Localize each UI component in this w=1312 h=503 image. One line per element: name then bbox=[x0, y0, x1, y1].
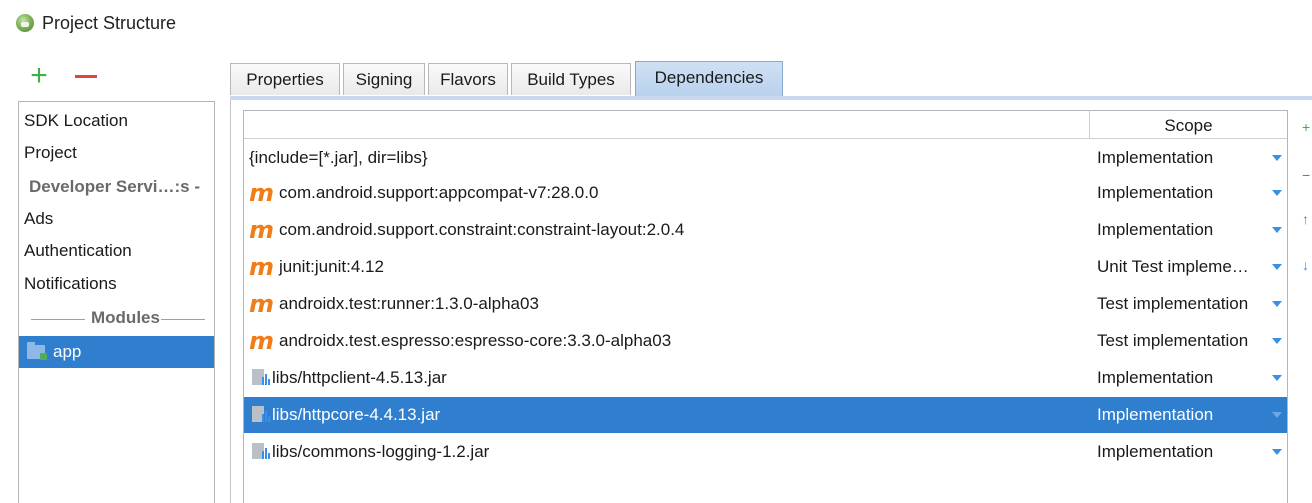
chevron-down-icon[interactable] bbox=[1272, 227, 1282, 233]
dependency-cell: libs/httpcore-4.4.13.jar bbox=[249, 397, 440, 433]
tab-properties[interactable]: Properties bbox=[230, 63, 340, 95]
table-row[interactable]: {include=[*.jar], dir=libs} Implementati… bbox=[244, 140, 1287, 176]
chevron-down-icon[interactable] bbox=[1272, 264, 1282, 270]
scope-column-header[interactable]: Scope bbox=[1090, 111, 1287, 139]
table-row[interactable]: libs/commons-logging-1.2.jar Implementat… bbox=[244, 434, 1287, 470]
dependency-name: libs/httpclient-4.5.13.jar bbox=[272, 368, 447, 387]
sidebar-item-sdk-location[interactable]: SDK Location bbox=[19, 105, 214, 137]
dependency-name: androidx.test:runner:1.3.0-alpha03 bbox=[279, 294, 539, 313]
sidebar-item-project[interactable]: Project bbox=[19, 137, 214, 169]
remove-module-button[interactable] bbox=[73, 62, 99, 92]
scope-dropdown[interactable]: Unit Test impleme… bbox=[1097, 249, 1277, 285]
add-module-button[interactable]: + bbox=[26, 61, 52, 92]
table-row-selected[interactable]: libs/httpcore-4.4.13.jar Implementation bbox=[244, 397, 1287, 433]
move-up-icon[interactable]: ↑ bbox=[1302, 212, 1309, 226]
dependency-cell: m com.android.support:appcompat-v7:28.0.0 bbox=[249, 175, 598, 211]
jar-library-icon bbox=[252, 368, 270, 385]
dependency-name: androidx.test.espresso:espresso-core:3.3… bbox=[279, 331, 672, 350]
sidebar-item-notifications[interactable]: Notifications bbox=[19, 268, 214, 300]
jar-library-icon bbox=[252, 442, 270, 459]
separator-line bbox=[161, 319, 205, 320]
dependency-toolbar: + − ↑ ↓ bbox=[1296, 110, 1312, 280]
dependencies-table: Scope {include=[*.jar], dir=libs} Implem… bbox=[243, 110, 1288, 503]
module-tabs: Properties Signing Flavors Build Types D… bbox=[230, 61, 1312, 96]
project-structure-sidebar: SDK Location Project Developer Servi…:s … bbox=[18, 101, 215, 503]
dependency-name: {include=[*.jar], dir=libs} bbox=[249, 148, 428, 167]
module-folder-icon bbox=[27, 342, 47, 360]
jar-library-icon bbox=[252, 405, 270, 422]
dependency-cell: m androidx.test:runner:1.3.0-alpha03 bbox=[249, 286, 539, 322]
remove-dependency-icon[interactable]: − bbox=[1302, 168, 1310, 182]
modules-label: Modules bbox=[91, 308, 160, 327]
scope-dropdown[interactable]: Implementation bbox=[1097, 140, 1277, 176]
dependency-cell: m androidx.test.espresso:espresso-core:3.… bbox=[249, 323, 671, 359]
sidebar-item-ads[interactable]: Ads bbox=[19, 203, 214, 235]
sidebar-item-authentication[interactable]: Authentication bbox=[19, 235, 214, 267]
tab-signing[interactable]: Signing bbox=[343, 63, 425, 95]
dependency-name: libs/httpcore-4.4.13.jar bbox=[272, 405, 441, 424]
dependency-name: com.android.support.constraint:constrain… bbox=[279, 220, 685, 239]
maven-icon: m bbox=[249, 327, 275, 355]
move-down-icon[interactable]: ↓ bbox=[1302, 258, 1309, 272]
dependency-cell: m com.android.support.constraint:constrai… bbox=[249, 212, 684, 248]
window-title: Project Structure bbox=[42, 13, 177, 33]
scope-dropdown[interactable]: Test implementation bbox=[1097, 323, 1277, 359]
sidebar-group-label: Developer Servi…:s - bbox=[29, 177, 201, 196]
dependency-name: junit:junit:4.12 bbox=[279, 257, 384, 276]
separator-line bbox=[31, 319, 85, 320]
chevron-down-icon[interactable] bbox=[1272, 449, 1282, 455]
chevron-down-icon[interactable] bbox=[1272, 412, 1282, 418]
tab-build-types[interactable]: Build Types bbox=[511, 63, 631, 95]
scope-dropdown[interactable]: Implementation bbox=[1097, 360, 1277, 396]
dependency-cell: libs/commons-logging-1.2.jar bbox=[249, 434, 489, 470]
chevron-down-icon[interactable] bbox=[1272, 190, 1282, 196]
table-row[interactable]: libs/httpclient-4.5.13.jar Implementatio… bbox=[244, 360, 1287, 396]
table-row[interactable]: m junit:junit:4.12 Unit Test impleme… bbox=[244, 249, 1287, 285]
android-studio-icon bbox=[16, 14, 34, 32]
maven-icon: m bbox=[249, 290, 275, 318]
scope-dropdown[interactable]: Implementation bbox=[1097, 434, 1277, 470]
scope-dropdown[interactable]: Implementation bbox=[1097, 175, 1277, 211]
table-row[interactable]: m com.android.support:appcompat-v7:28.0.0… bbox=[244, 175, 1287, 211]
chevron-down-icon[interactable] bbox=[1272, 338, 1282, 344]
maven-icon: m bbox=[249, 216, 275, 244]
dependency-name: com.android.support:appcompat-v7:28.0.0 bbox=[279, 183, 599, 202]
dependency-cell: m junit:junit:4.12 bbox=[249, 249, 384, 285]
title-bar: Project Structure bbox=[0, 0, 1312, 52]
sidebar-item-app-module[interactable]: app bbox=[19, 336, 214, 368]
chevron-down-icon[interactable] bbox=[1272, 301, 1282, 307]
table-header: Scope bbox=[244, 111, 1287, 139]
table-row[interactable]: m com.android.support.constraint:constrai… bbox=[244, 212, 1287, 248]
tab-flavors[interactable]: Flavors bbox=[428, 63, 508, 95]
table-row[interactable]: m androidx.test.espresso:espresso-core:3.… bbox=[244, 323, 1287, 359]
scope-dropdown[interactable]: Implementation bbox=[1097, 397, 1277, 433]
module-label: app bbox=[53, 342, 82, 361]
modules-separator: Modules bbox=[19, 303, 214, 335]
minus-icon bbox=[75, 75, 97, 78]
maven-icon: m bbox=[249, 179, 275, 207]
chevron-down-icon[interactable] bbox=[1272, 155, 1282, 161]
tab-dependencies[interactable]: Dependencies bbox=[635, 61, 783, 96]
add-dependency-icon[interactable]: + bbox=[1302, 120, 1310, 134]
maven-icon: m bbox=[249, 253, 275, 281]
scope-dropdown[interactable]: Test implementation bbox=[1097, 286, 1277, 322]
sidebar-group-developer-services: Developer Servi…:s - bbox=[19, 171, 214, 203]
chevron-down-icon[interactable] bbox=[1272, 375, 1282, 381]
scope-dropdown[interactable]: Implementation bbox=[1097, 212, 1277, 248]
module-toolbar: + bbox=[18, 61, 218, 96]
dependency-name: libs/commons-logging-1.2.jar bbox=[272, 442, 490, 461]
dependency-cell: libs/httpclient-4.5.13.jar bbox=[249, 360, 447, 396]
table-row[interactable]: m androidx.test:runner:1.3.0-alpha03 Test… bbox=[244, 286, 1287, 322]
